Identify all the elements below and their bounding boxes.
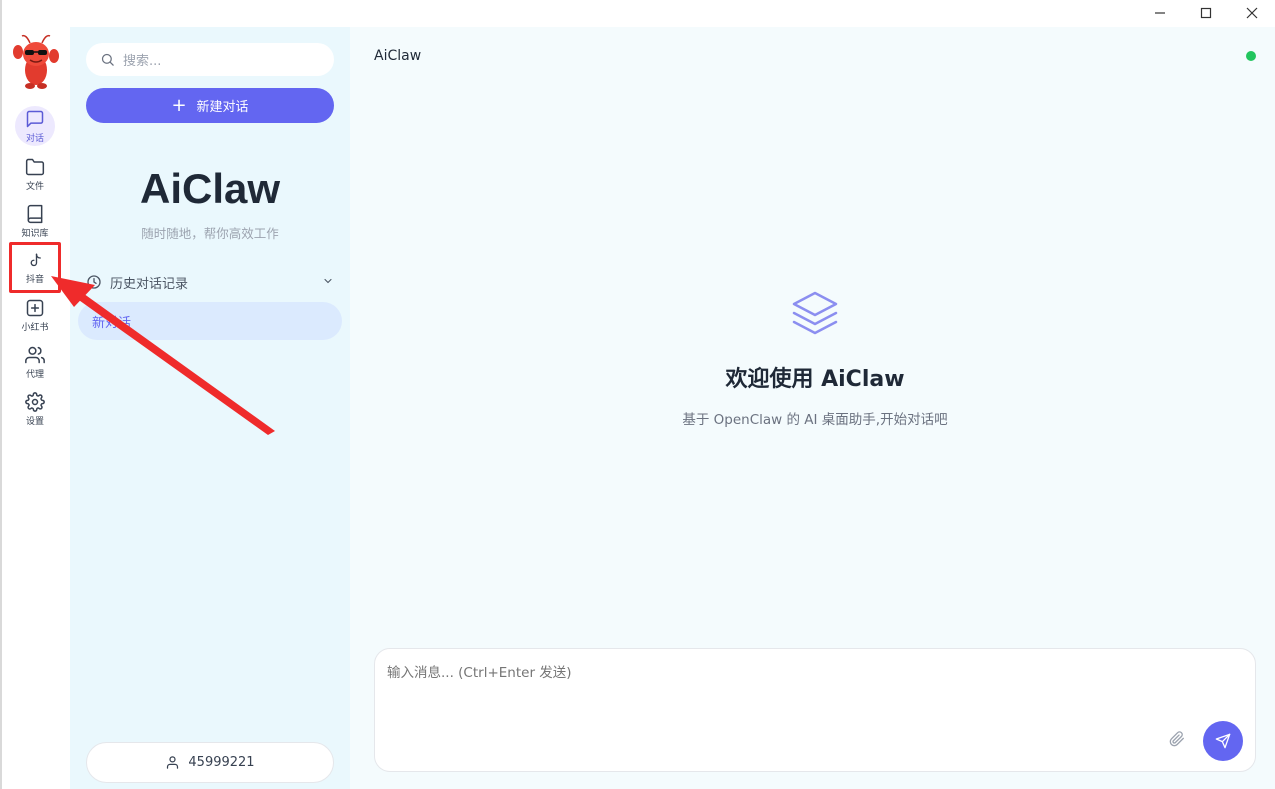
rail-item-agents[interactable]: 代理 xyxy=(14,340,56,384)
users-icon xyxy=(25,346,45,363)
rail-item-label: 设置 xyxy=(25,416,44,427)
brand-title: AiClaw xyxy=(139,165,281,212)
user-icon xyxy=(165,755,180,770)
close-icon xyxy=(1246,7,1258,19)
chevron-down-icon[interactable] xyxy=(322,275,334,287)
message-input[interactable] xyxy=(387,665,1147,681)
history-title: 历史对话记录 xyxy=(110,276,189,292)
user-id: 45999221 xyxy=(188,755,255,770)
gear-icon xyxy=(25,391,45,412)
brand-tagline: 随时随地，帮你高效工作 xyxy=(141,226,279,241)
rail-item-settings[interactable]: 设置 xyxy=(14,387,56,431)
search-box[interactable]: 搜索... xyxy=(86,43,334,76)
clock-icon xyxy=(86,274,102,290)
nav-rail: 对话 文件 知识库 抖音 小红书 代理 设置 xyxy=(0,0,70,789)
maximize-button[interactable] xyxy=(1183,0,1229,26)
send-icon xyxy=(1215,733,1231,749)
window-edge xyxy=(0,0,2,789)
rail-item-label: 知识库 xyxy=(21,228,49,239)
online-status-dot xyxy=(1246,51,1256,61)
maximize-icon xyxy=(1200,7,1212,19)
rail-item-chat[interactable]: 对话 xyxy=(15,106,55,146)
rail-item-label: 文件 xyxy=(25,181,44,192)
folder-icon xyxy=(25,158,45,175)
welcome-subtitle: 基于 OpenClaw 的 AI 桌面助手,开始对话吧 xyxy=(682,412,948,428)
new-chat-button[interactable]: + 新建对话 xyxy=(86,88,334,123)
window-controls xyxy=(1137,0,1275,26)
minimize-button[interactable] xyxy=(1137,0,1183,26)
welcome-title: 欢迎使用 AiClaw xyxy=(725,367,905,392)
rail-item-label: 小红书 xyxy=(21,322,49,333)
plus-square-icon xyxy=(26,299,44,316)
paperclip-icon[interactable] xyxy=(1169,731,1185,747)
rail-item-files[interactable]: 文件 xyxy=(14,152,56,196)
plus-icon: + xyxy=(171,94,187,116)
search-icon xyxy=(101,53,114,66)
send-button[interactable] xyxy=(1203,721,1243,761)
new-chat-label: 新建对话 xyxy=(196,100,249,115)
chat-main-panel: AiClaw 欢迎使用 AiClaw 基于 OpenClaw 的 AI 桌面助手… xyxy=(350,27,1275,789)
history-section-header[interactable]: 历史对话记录 xyxy=(86,271,334,293)
history-item-label: 新对话 xyxy=(92,315,132,331)
message-composer xyxy=(374,648,1256,772)
history-list-item[interactable]: 新对话 xyxy=(78,302,342,340)
rail-item-xiaohongshu[interactable]: 小红书 xyxy=(14,293,56,337)
book-icon xyxy=(27,204,43,223)
minimize-icon xyxy=(1155,12,1165,14)
lobster-mascot-logo xyxy=(12,32,60,90)
layers-icon xyxy=(789,290,841,340)
chat-title: AiClaw xyxy=(374,48,422,64)
rail-item-knowledge-base[interactable]: 知识库 xyxy=(14,199,56,243)
annotation-highlight-box xyxy=(9,242,61,293)
chat-icon xyxy=(26,110,44,127)
rail-item-label: 对话 xyxy=(25,133,44,144)
user-account-button[interactable]: 45999221 xyxy=(86,742,334,783)
rail-item-label: 代理 xyxy=(25,369,44,380)
close-button[interactable] xyxy=(1229,0,1275,26)
conversation-sidebar: 搜索... + 新建对话 AiClaw 随时随地，帮你高效工作 历史对话记录 新… xyxy=(70,27,350,789)
search-input[interactable]: 搜索... xyxy=(123,50,161,69)
